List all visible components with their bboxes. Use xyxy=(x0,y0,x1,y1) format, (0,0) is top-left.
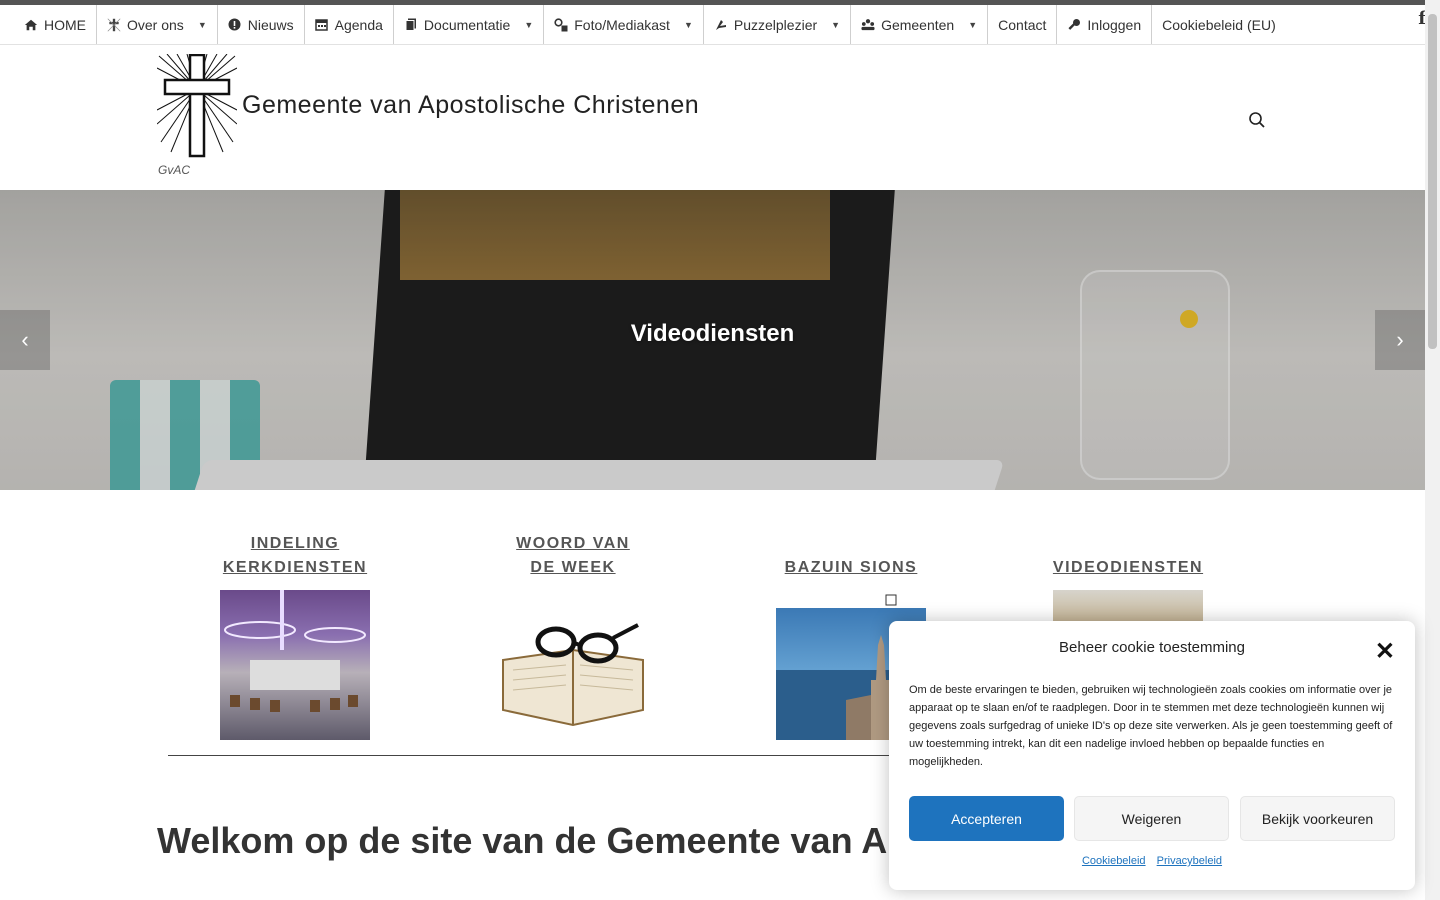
home-icon xyxy=(24,18,38,32)
nav-item-puzzelplezier[interactable]: Puzzelplezier ▼ xyxy=(704,5,852,44)
page-scrollbar[interactable] xyxy=(1425,0,1440,900)
feature-title-link[interactable]: INDELING KERKDIENSTEN xyxy=(185,532,405,580)
cross-logo[interactable] xyxy=(156,53,238,158)
nav-label-inloggen: Inloggen xyxy=(1087,16,1142,33)
feature-title-line: KERKDIENSTEN xyxy=(222,559,368,576)
feature-title-link[interactable]: WOORD VAN DE WEEK xyxy=(463,532,683,580)
feature-title-line: BAZUIN SIONS xyxy=(784,559,918,576)
site-tagline: GvAC xyxy=(158,163,191,177)
hero-caption[interactable]: Videodiensten xyxy=(0,320,1425,348)
nav-label-foto-mediakast: Foto/Mediakast xyxy=(574,16,670,33)
nav-item-agenda[interactable]: Agenda xyxy=(305,5,394,44)
people-icon xyxy=(861,18,875,32)
search-icon[interactable] xyxy=(1248,111,1266,129)
cookie-consent-dialog: Beheer cookie toestemming ✕ Om de beste … xyxy=(889,621,1415,890)
chevron-down-icon: ▼ xyxy=(524,19,534,30)
slider-prev-button[interactable]: ‹ xyxy=(0,310,50,370)
feature-title-line: WOORD VAN xyxy=(516,535,630,552)
nav-item-foto-mediakast[interactable]: Foto/Mediakast ▼ xyxy=(544,5,704,44)
feature-title-link[interactable]: BAZUIN SIONS xyxy=(741,532,961,580)
feature-title-link[interactable]: VIDEODIENSTEN xyxy=(1018,532,1238,580)
puzzle-icon xyxy=(714,18,728,32)
accept-cookies-button[interactable]: Accepteren xyxy=(909,796,1064,841)
feature-title-line: VIDEODIENSTEN xyxy=(1052,559,1204,576)
nav-item-cookiebeleid[interactable]: Cookiebeleid (EU) xyxy=(1152,5,1286,44)
chevron-down-icon: ▼ xyxy=(683,19,693,30)
deny-cookies-button[interactable]: Weigeren xyxy=(1074,796,1229,841)
nav-item-documentatie[interactable]: Documentatie ▼ xyxy=(394,5,545,44)
feature-image-bible-glasses[interactable] xyxy=(498,590,648,740)
key-icon xyxy=(1067,18,1081,32)
nav-label-home: HOME xyxy=(44,16,86,33)
feature-title-line: INDELING xyxy=(250,535,340,552)
view-preferences-button[interactable]: Bekijk voorkeuren xyxy=(1240,796,1395,841)
nav-item-home[interactable]: HOME xyxy=(14,5,97,44)
slider-next-button[interactable]: › xyxy=(1375,310,1425,370)
cross-logo-icon xyxy=(107,18,121,32)
calendar-icon xyxy=(315,18,329,32)
feature-woord-van-de-week: WOORD VAN DE WEEK xyxy=(463,532,683,740)
cookiebeleid-link[interactable]: Cookiebeleid xyxy=(1082,855,1146,867)
nav-label-nieuws: Nieuws xyxy=(247,16,294,33)
exclamation-icon xyxy=(228,18,242,32)
cookie-dialog-body: Om de beste ervaringen te bieden, gebrui… xyxy=(909,684,1393,768)
nav-label-puzzelplezier: Puzzelplezier xyxy=(733,16,818,33)
nav-item-contact[interactable]: Contact xyxy=(988,5,1058,44)
nav-item-nieuws[interactable]: Nieuws xyxy=(218,5,305,44)
nav-item-inloggen[interactable]: Inloggen xyxy=(1057,5,1153,44)
site-title[interactable]: Gemeente van Apostolische Christenen xyxy=(242,91,699,120)
nav-item-over-ons[interactable]: Over ons ▼ xyxy=(97,5,218,44)
media-icon xyxy=(554,17,568,32)
chevron-left-icon: ‹ xyxy=(21,327,29,352)
nav-item-gemeenten[interactable]: Gemeenten ▼ xyxy=(851,5,989,44)
site-header: Gemeente van Apostolische Christenen GvA… xyxy=(0,46,1425,190)
nav-label-agenda: Agenda xyxy=(334,16,383,33)
scrollbar-thumb[interactable] xyxy=(1428,14,1437,349)
feature-indeling-kerkdiensten: INDELING KERKDIENSTEN xyxy=(185,532,405,740)
chevron-down-icon: ▼ xyxy=(197,19,207,30)
nav-label-documentatie: Documentatie xyxy=(423,16,511,33)
feature-image-church-hall[interactable] xyxy=(220,590,370,740)
chevron-right-icon: › xyxy=(1396,327,1404,352)
nav-label-cookiebeleid: Cookiebeleid (EU) xyxy=(1162,16,1276,33)
close-icon[interactable]: ✕ xyxy=(1375,637,1395,666)
chevron-down-icon: ▼ xyxy=(831,19,841,30)
cookie-links: Cookiebeleid Privacybeleid xyxy=(889,855,1415,867)
nav-label-contact: Contact xyxy=(998,16,1047,33)
nav-label-gemeenten: Gemeenten xyxy=(881,16,955,33)
nav-label-over-ons: Over ons xyxy=(127,16,184,33)
hero-slider[interactable]: Videodiensten ‹ › xyxy=(0,190,1425,490)
documents-icon xyxy=(404,18,418,32)
main-navigation: HOME Over ons ▼ Nieuws Agenda Documentat… xyxy=(0,5,1425,45)
feature-title-line: DE WEEK xyxy=(530,559,616,576)
chevron-down-icon: ▼ xyxy=(968,19,978,30)
cookie-dialog-title: Beheer cookie toestemming xyxy=(1059,639,1245,656)
privacybeleid-link[interactable]: Privacybeleid xyxy=(1157,855,1222,867)
